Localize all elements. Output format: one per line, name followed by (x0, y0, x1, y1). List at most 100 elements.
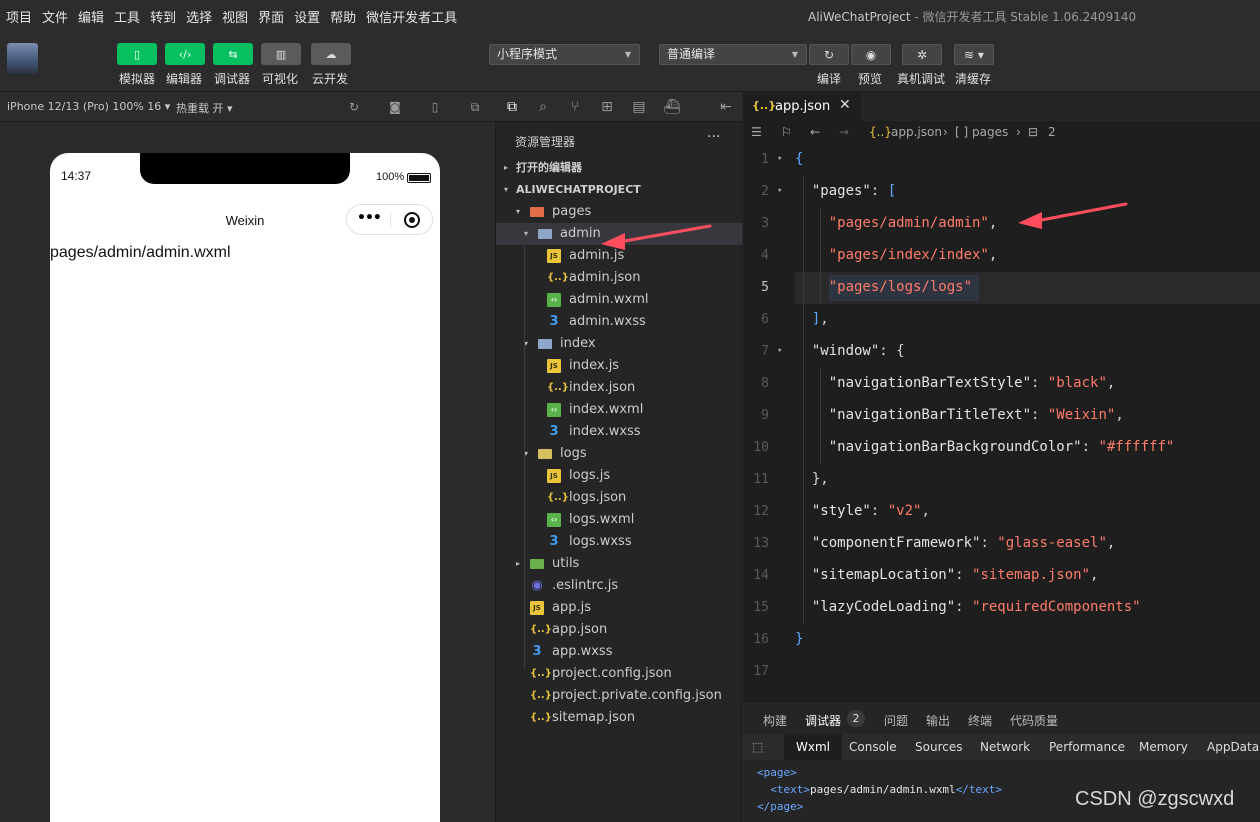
list-icon[interactable]: ☰ (751, 125, 762, 139)
clear-cache-button[interactable]: ≋ ▾ (954, 44, 994, 65)
hot-reload-toggle[interactable]: 热重载 开 ▾ (176, 100, 233, 116)
back-icon[interactable]: ← (810, 125, 820, 139)
menu-item[interactable]: 视图 (222, 7, 248, 26)
explorer-icon[interactable]: ⧉ (503, 98, 521, 116)
simulator-button[interactable]: ▯ (117, 43, 157, 65)
menu-item[interactable]: 项目 (6, 7, 32, 26)
tab-console[interactable]: Console (849, 740, 897, 754)
popout-icon[interactable]: ⧉ (468, 100, 482, 114)
tab-terminal[interactable]: 终端 (968, 712, 992, 729)
cloud-button[interactable]: ☁ (311, 43, 351, 65)
tree-file[interactable]: {..} index.json (496, 377, 742, 399)
menu-item[interactable]: 微信开发者工具 (366, 7, 457, 26)
chevron-right-icon[interactable]: ▸ (516, 553, 520, 575)
rotate-icon[interactable]: ↻ (347, 100, 361, 114)
tab-network[interactable]: Network (980, 740, 1030, 754)
tree-file[interactable]: 3 admin.wxss (496, 311, 742, 333)
menu-item[interactable]: 文件 (42, 7, 68, 26)
docker-icon[interactable]: ⛴ (663, 98, 681, 116)
forward-icon[interactable]: → (839, 125, 849, 139)
tab-build[interactable]: 构建 (763, 712, 787, 729)
tab-wxml[interactable]: Wxml (784, 734, 842, 760)
close-icon[interactable]: ✕ (839, 97, 851, 113)
tab-debugger[interactable]: 调试器 (805, 712, 841, 729)
remote-debug-button[interactable]: ✲ (902, 44, 942, 65)
storage-icon[interactable]: ▤ (630, 98, 648, 116)
phone-screen[interactable]: 14:37 100% Weixin ••• pages/admin/admin.… (50, 153, 440, 822)
mode-select[interactable]: 小程序模式 ▼ (489, 44, 640, 65)
tree-file[interactable]: JS logs.js (496, 465, 742, 487)
tree-file[interactable]: ‹› index.wxml (496, 399, 742, 421)
visual-button[interactable]: ▥ (261, 43, 301, 65)
tree-file[interactable]: {..} sitemap.json (496, 707, 742, 729)
avatar[interactable] (7, 43, 38, 74)
menu-item[interactable]: 界面 (258, 7, 284, 26)
menu-item[interactable]: 帮助 (330, 7, 356, 26)
extensions-icon[interactable]: ⊞ (598, 98, 616, 116)
bookmark-icon[interactable]: ⚐ (781, 125, 792, 139)
search-icon[interactable]: ⌕ (534, 98, 552, 116)
wxml-node[interactable]: <page> (757, 764, 1002, 781)
wxml-node[interactable]: <text>pages/admin/admin.wxml</text> (757, 781, 1002, 798)
collapse-panel-icon[interactable]: ⇤ (717, 98, 735, 116)
source-control-icon[interactable]: ⑂ (566, 98, 584, 116)
menu-item[interactable]: 设置 (294, 7, 320, 26)
wxml-tree[interactable]: <page> <text>pages/admin/admin.wxml</tex… (757, 764, 1002, 815)
project-section[interactable]: ▾ ALIWECHATPROJECT (496, 179, 742, 201)
device-select[interactable]: iPhone 12/13 (Pro) 100% 16 ▾ (7, 100, 170, 113)
tab-code-quality[interactable]: 代码质量 (1010, 712, 1058, 729)
fold-chevron-icon[interactable]: ▾ (777, 186, 782, 196)
tree-file[interactable]: ‹› logs.wxml (496, 509, 742, 531)
tree-file[interactable]: JS index.js (496, 355, 742, 377)
stop-icon[interactable]: ◙ (388, 100, 402, 114)
breadcrumb-index[interactable]: 2 (1048, 125, 1056, 139)
tree-file[interactable]: ◉ .eslintrc.js (496, 575, 742, 597)
menu-item[interactable]: 工具 (114, 7, 140, 26)
tree-folder[interactable]: ▾ index (496, 333, 742, 355)
wxml-node[interactable]: </page> (757, 798, 1002, 815)
fold-chevron-icon[interactable]: ▾ (777, 154, 782, 164)
code-editor[interactable]: 1 ▾{2 ▾ "pages": [3 "pages/admin/admin", 4 … (743, 144, 1260, 702)
editor-button[interactable]: ‹/› (165, 43, 205, 65)
chevron-down-icon[interactable]: ▾ (516, 201, 520, 223)
tree-file[interactable]: ‹› admin.wxml (496, 289, 742, 311)
tab-app-json[interactable]: {..} app.json ✕ (743, 92, 861, 122)
tree-folder[interactable]: ▾ logs (496, 443, 742, 465)
open-editors-section[interactable]: ▸ 打开的编辑器 (496, 157, 742, 179)
compile-select[interactable]: 普通编译 ▼ (659, 44, 807, 65)
close-target-icon[interactable] (404, 212, 420, 228)
tree-file[interactable]: {..} project.private.config.json (496, 685, 742, 707)
tree-file[interactable]: {..} project.config.json (496, 663, 742, 685)
tree-label: app.js (552, 600, 591, 615)
tab-appdata[interactable]: AppData (1207, 740, 1259, 754)
tree-file[interactable]: 3 logs.wxss (496, 531, 742, 553)
tree-file[interactable]: {..} app.json (496, 619, 742, 641)
breadcrumb-pages[interactable]: [ ] pages (955, 125, 1008, 139)
inspect-cursor-icon[interactable]: ⬚ (752, 740, 766, 754)
compile-button[interactable]: ↻ (809, 44, 849, 65)
debugger-button[interactable]: ⇆ (213, 43, 253, 65)
breadcrumb-file[interactable]: app.json (891, 125, 942, 139)
menu-item[interactable]: 选择 (186, 7, 212, 26)
preview-button[interactable]: ◉ (851, 44, 891, 65)
tree-label: project.private.config.json (552, 688, 722, 703)
tab-sources[interactable]: Sources (915, 740, 962, 754)
tab-performance[interactable]: Performance (1049, 740, 1125, 754)
menu-item[interactable]: 转到 (150, 7, 176, 26)
capsule-menu[interactable]: ••• (346, 204, 433, 235)
tree-file[interactable]: 3 app.wxss (496, 641, 742, 663)
more-icon[interactable]: ··· (707, 129, 720, 145)
json-file-icon: {..} (530, 668, 552, 679)
tree-folder[interactable]: ▸ utils (496, 553, 742, 575)
tree-file[interactable]: {..} admin.json (496, 267, 742, 289)
tab-memory[interactable]: Memory (1139, 740, 1188, 754)
fold-chevron-icon[interactable]: ▾ (777, 346, 782, 356)
tab-problems[interactable]: 问题 (884, 712, 908, 729)
tab-output[interactable]: 输出 (926, 712, 950, 729)
menu-item[interactable]: 编辑 (78, 7, 104, 26)
phone-outline-icon[interactable]: ▯ (428, 100, 442, 114)
tree-file[interactable]: JS app.js (496, 597, 742, 619)
more-dots-icon[interactable]: ••• (357, 210, 382, 226)
tree-file[interactable]: {..} logs.json (496, 487, 742, 509)
tree-file[interactable]: 3 index.wxss (496, 421, 742, 443)
